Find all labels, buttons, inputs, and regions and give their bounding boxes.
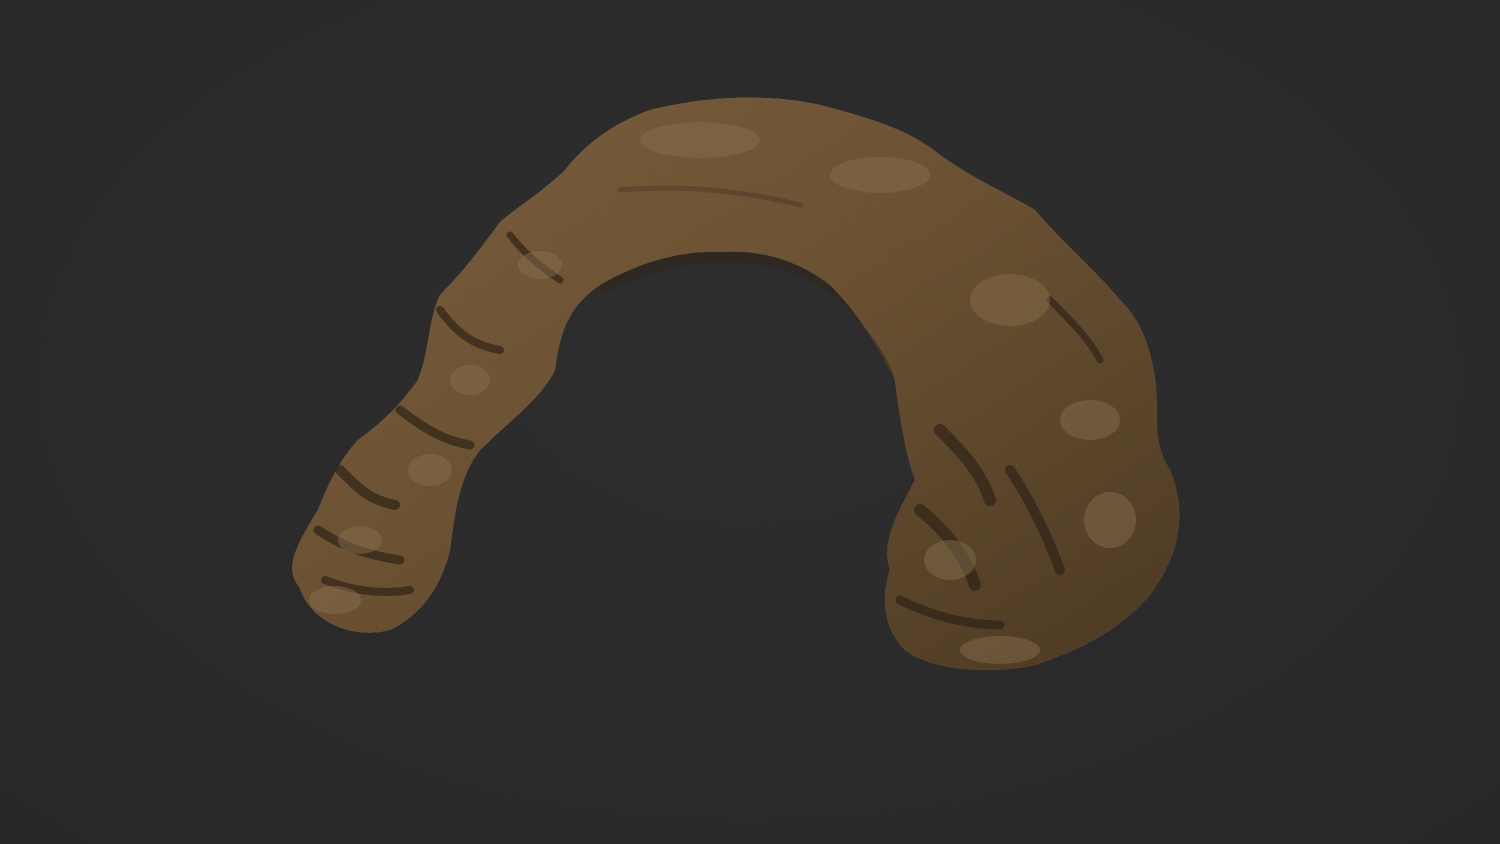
rock-arch-render [292,97,1180,671]
3d-viewport[interactable] [0,0,1500,844]
rock-arch [292,97,1180,671]
